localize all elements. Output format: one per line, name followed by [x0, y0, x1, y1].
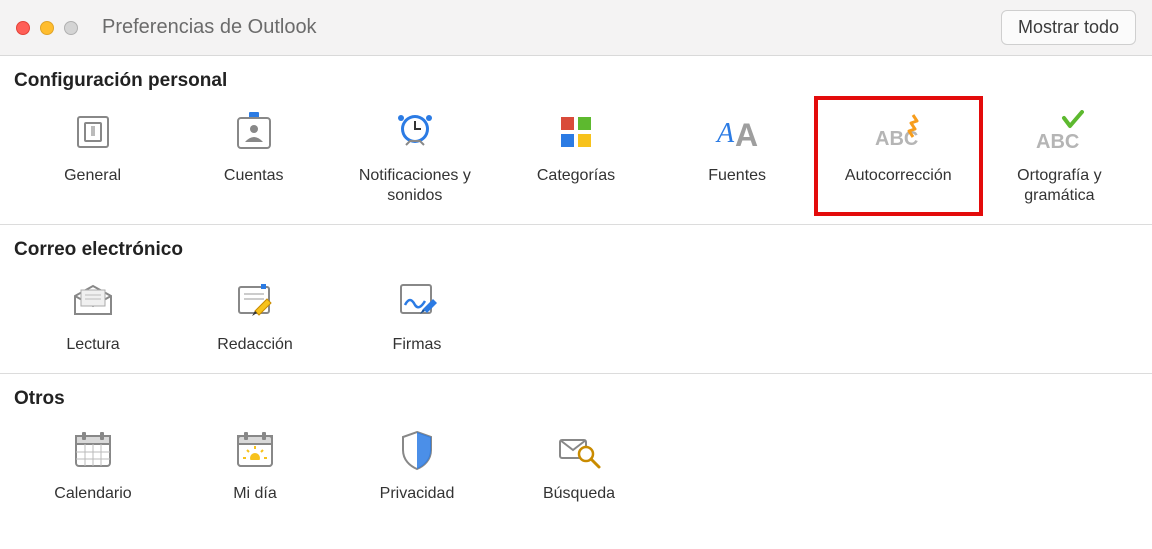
- section-email: Correo electrónico Lectura: [0, 225, 1152, 374]
- section-other: Otros Calendario: [0, 374, 1152, 522]
- compose-icon: [229, 275, 281, 327]
- pref-label: Autocorrección: [845, 166, 952, 186]
- spelling-icon: ABC: [1033, 106, 1085, 158]
- pref-label: Lectura: [66, 335, 119, 355]
- window-title: Preferencias de Outlook: [102, 16, 317, 39]
- svg-text:A: A: [735, 117, 758, 152]
- search-icon: [553, 424, 605, 476]
- autocorrect-icon: ABC: [872, 106, 924, 158]
- pref-label: Mi día: [233, 484, 277, 504]
- pref-categories[interactable]: Categorías: [495, 100, 656, 212]
- section-personal: Configuración personal General: [0, 56, 1152, 225]
- pref-label: General: [64, 166, 121, 186]
- pref-label: Categorías: [537, 166, 615, 186]
- pref-general[interactable]: General: [12, 100, 173, 212]
- signatures-icon: [391, 275, 443, 327]
- items-row-other: Calendario: [12, 418, 1140, 510]
- pref-notifications[interactable]: Notificaciones y sonidos: [334, 100, 495, 212]
- reading-icon: [67, 275, 119, 327]
- pref-label: Búsqueda: [543, 484, 615, 504]
- pref-compose[interactable]: Redacción: [174, 269, 336, 361]
- pref-label: Ortografía y gramática: [981, 166, 1138, 206]
- svg-text:ABC: ABC: [1036, 131, 1079, 153]
- pref-label: Notificaciones y sonidos: [336, 166, 493, 206]
- section-header-email: Correo electrónico: [12, 239, 1140, 261]
- notifications-icon: [389, 106, 441, 158]
- pref-accounts[interactable]: Cuentas: [173, 100, 334, 212]
- accounts-icon: [228, 106, 280, 158]
- pref-calendar[interactable]: Calendario: [12, 418, 174, 510]
- section-header-other: Otros: [12, 388, 1140, 410]
- pref-search[interactable]: Búsqueda: [498, 418, 660, 510]
- privacy-icon: [391, 424, 443, 476]
- general-icon: [67, 106, 119, 158]
- myday-icon: [229, 424, 281, 476]
- fonts-icon: A A: [711, 106, 763, 158]
- svg-text:A: A: [715, 118, 735, 149]
- show-all-button[interactable]: Mostrar todo: [1001, 10, 1136, 45]
- pref-reading[interactable]: Lectura: [12, 269, 174, 361]
- pref-myday[interactable]: Mi día: [174, 418, 336, 510]
- categories-icon: [550, 106, 602, 158]
- pref-autocorrect[interactable]: ABC Autocorrección: [818, 100, 979, 212]
- pref-label: Cuentas: [224, 166, 284, 186]
- pref-fonts[interactable]: A A Fuentes: [657, 100, 818, 212]
- pref-spelling[interactable]: ABC Ortografía y gramática: [979, 100, 1140, 212]
- pref-signatures[interactable]: Firmas: [336, 269, 498, 361]
- pref-label: Privacidad: [380, 484, 455, 504]
- zoom-icon[interactable]: [64, 21, 78, 35]
- titlebar: Preferencias de Outlook Mostrar todo: [0, 0, 1152, 56]
- section-header-personal: Configuración personal: [12, 70, 1140, 92]
- close-icon[interactable]: [16, 21, 30, 35]
- pref-privacy[interactable]: Privacidad: [336, 418, 498, 510]
- calendar-icon: [67, 424, 119, 476]
- pref-label: Calendario: [54, 484, 131, 504]
- pref-label: Firmas: [393, 335, 442, 355]
- items-row-personal: General Cuentas: [12, 100, 1140, 212]
- pref-label: Fuentes: [708, 166, 766, 186]
- minimize-icon[interactable]: [40, 21, 54, 35]
- pref-label: Redacción: [217, 335, 293, 355]
- window-controls: [16, 21, 78, 35]
- items-row-email: Lectura Redacción: [12, 269, 1140, 361]
